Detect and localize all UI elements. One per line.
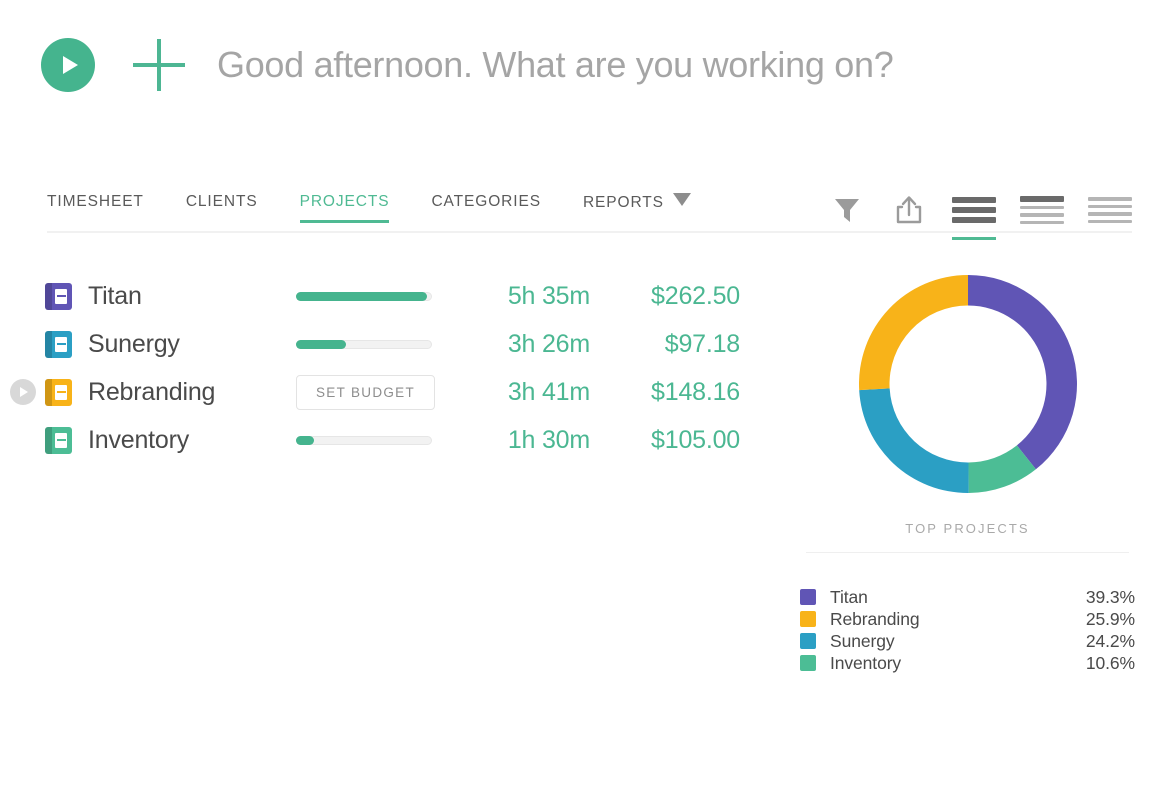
start-timer-button[interactable] bbox=[41, 38, 95, 92]
legend-percentage: 25.9% bbox=[1085, 608, 1135, 629]
filter-icon[interactable] bbox=[828, 191, 866, 229]
project-name: Rebranding bbox=[88, 377, 216, 406]
legend-label: Inventory bbox=[830, 652, 902, 673]
row-play-icon[interactable] bbox=[10, 379, 36, 405]
project-book-icon bbox=[45, 282, 72, 310]
project-name: Titan bbox=[88, 281, 142, 310]
donut-chart bbox=[800, 275, 1135, 493]
play-icon bbox=[62, 56, 78, 74]
budget-progress-fill bbox=[296, 435, 315, 445]
project-row[interactable]: Titan 5h 35m $262.50 bbox=[0, 272, 790, 320]
budget-progress-fill bbox=[296, 291, 428, 301]
tab-clients[interactable]: CLIENTS bbox=[186, 185, 258, 211]
tab-timesheet[interactable]: TIMESHEET bbox=[47, 185, 144, 211]
budget-progress-fill bbox=[296, 339, 346, 349]
panel-divider bbox=[806, 552, 1129, 553]
chart-legend: Titan 39.3% Rebranding 25.9% Sunergy 24.2% Inv… bbox=[800, 586, 1135, 674]
project-row[interactable]: Rebranding SET BUDGET 3h 41m $148.16 bbox=[0, 368, 790, 416]
budget-progress-bar bbox=[296, 339, 432, 349]
project-book-icon bbox=[45, 426, 72, 454]
panel-title: TOP PROJECTS bbox=[905, 521, 1030, 536]
project-duration: 3h 41m bbox=[507, 377, 590, 406]
budget-progress-bar bbox=[296, 435, 432, 445]
project-duration: 5h 35m bbox=[507, 281, 590, 310]
chevron-down-icon bbox=[672, 193, 691, 206]
legend-item: Sunergy 24.2% bbox=[800, 630, 1135, 652]
tab-projects[interactable]: PROJECTS bbox=[299, 185, 390, 223]
play-triangle-icon bbox=[20, 387, 28, 397]
legend-swatch bbox=[800, 655, 816, 671]
tab-label: TIMESHEET bbox=[47, 193, 144, 210]
legend-label: Sunergy bbox=[830, 630, 895, 651]
view-option-compact[interactable] bbox=[1020, 191, 1064, 229]
view-option-list[interactable] bbox=[1088, 191, 1132, 229]
legend-percentage: 24.2% bbox=[1085, 630, 1135, 651]
tab-label: CLIENTS bbox=[185, 193, 258, 210]
legend-item: Rebranding 25.9% bbox=[800, 608, 1135, 630]
legend-swatch bbox=[800, 589, 816, 605]
legend-label: Titan bbox=[830, 586, 868, 607]
budget-progress-bar bbox=[296, 291, 432, 301]
project-amount: $262.50 bbox=[651, 281, 740, 310]
project-book-icon bbox=[45, 330, 72, 358]
active-tab-indicator bbox=[299, 219, 390, 223]
project-row[interactable]: Sunergy 3h 26m $97.18 bbox=[0, 320, 790, 368]
greeting-input[interactable] bbox=[217, 44, 1097, 86]
project-amount: $148.16 bbox=[651, 377, 740, 406]
legend-item: Inventory 10.6% bbox=[800, 652, 1135, 674]
project-duration: 3h 26m bbox=[507, 329, 590, 358]
donut-slice[interactable] bbox=[858, 388, 969, 493]
share-icon[interactable] bbox=[890, 191, 928, 229]
legend-percentage: 39.3% bbox=[1085, 586, 1135, 607]
project-name: Inventory bbox=[88, 425, 190, 454]
legend-swatch bbox=[800, 611, 816, 627]
project-name: Sunergy bbox=[88, 329, 180, 358]
project-duration: 1h 30m bbox=[507, 425, 590, 454]
tab-label: CATEGORIES bbox=[431, 193, 541, 210]
active-view-indicator bbox=[952, 236, 996, 240]
legend-swatch bbox=[800, 633, 816, 649]
set-budget-button[interactable]: SET BUDGET bbox=[296, 374, 436, 410]
project-book-icon bbox=[45, 378, 72, 406]
legend-percentage: 10.6% bbox=[1085, 652, 1135, 673]
tab-categories[interactable]: CATEGORIES bbox=[431, 185, 540, 211]
project-row[interactable]: Inventory 1h 30m $105.00 bbox=[0, 416, 790, 464]
tab-label: REPORTS bbox=[582, 194, 664, 211]
tab-label: PROJECTS bbox=[299, 193, 390, 210]
donut-slice[interactable] bbox=[858, 275, 968, 391]
legend-item: Titan 39.3% bbox=[800, 586, 1135, 608]
legend-label: Rebranding bbox=[830, 608, 920, 629]
project-amount: $105.00 bbox=[651, 425, 740, 454]
project-amount: $97.18 bbox=[664, 329, 740, 358]
tab-reports[interactable]: REPORTS bbox=[583, 185, 691, 212]
view-option-comfortable[interactable] bbox=[952, 191, 996, 240]
app-header bbox=[0, 0, 1168, 130]
project-list: Titan 5h 35m $262.50 Sunergy 3h 26m $97.18 Reb… bbox=[0, 272, 790, 464]
view-toolbar bbox=[828, 186, 1132, 240]
donut-slice[interactable] bbox=[967, 275, 1077, 470]
top-projects-panel: TOP PROJECTS Titan 39.3% Rebranding 25.9% Su… bbox=[800, 275, 1135, 674]
add-entry-button[interactable] bbox=[133, 39, 185, 91]
